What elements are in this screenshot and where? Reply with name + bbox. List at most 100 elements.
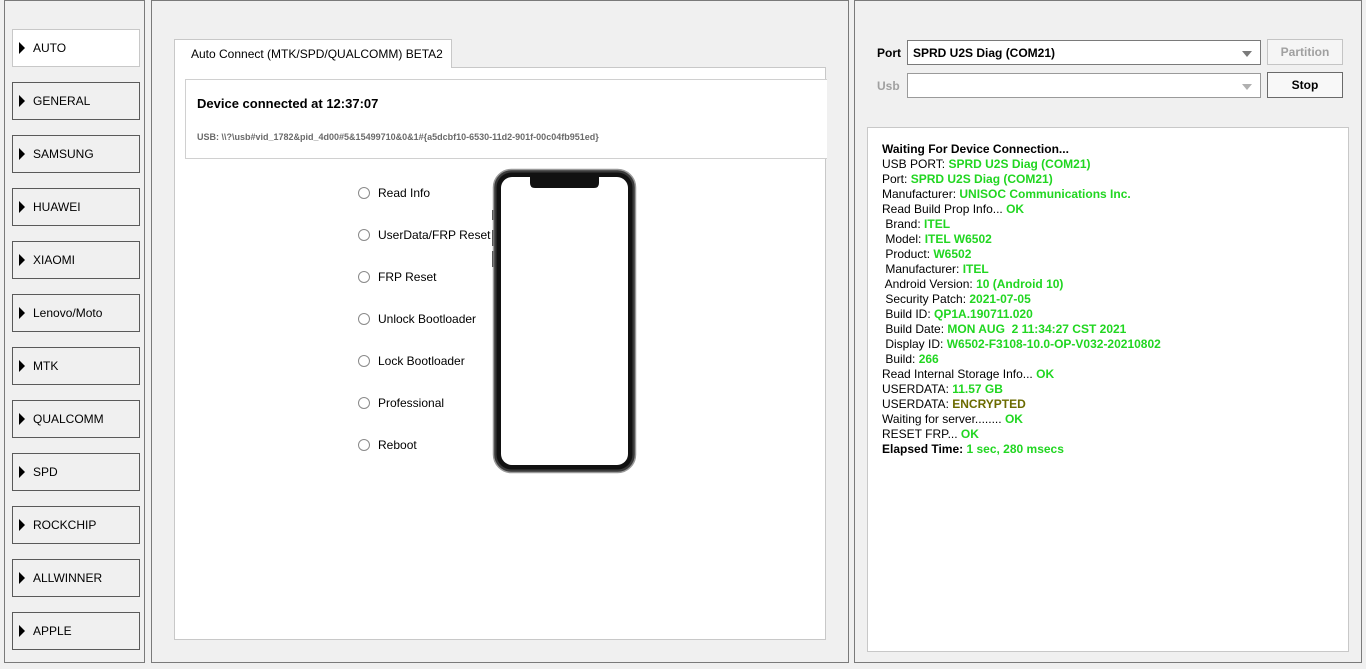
log-line: Display ID: W6502-F3108-10.0-OP-V032-202… xyxy=(882,337,1348,352)
log-key: Waiting for server........ xyxy=(882,412,1005,426)
log-value: SPRD U2S Diag (COM21) xyxy=(948,157,1091,171)
log-line: Model: ITEL W6502 xyxy=(882,232,1348,247)
log-key: Build ID: xyxy=(882,307,935,321)
sidebar-item-label: SPD xyxy=(33,465,58,479)
log-line: Waiting For Device Connection... xyxy=(882,142,1348,157)
tab-label: Auto Connect (MTK/SPD/QUALCOMM) BETA2 xyxy=(191,47,443,61)
option-userdata-frp-reset[interactable]: UserData/FRP Reset xyxy=(358,228,490,242)
log-line: Build ID: QP1A.190711.020 xyxy=(882,307,1348,322)
sidebar-item-samsung[interactable]: SAMSUNG xyxy=(12,135,140,173)
chevron-down-icon xyxy=(1242,51,1252,57)
right-panel: Port SPRD U2S Diag (COM21) Partition Usb… xyxy=(854,0,1362,663)
log-key: Read Internal Storage Info... xyxy=(882,367,1037,381)
sidebar-item-mtk[interactable]: MTK xyxy=(12,347,140,385)
log-line: Build Date: MON AUG 2 11:34:27 CST 2021 xyxy=(882,322,1348,337)
log-key: USB PORT: xyxy=(882,157,949,171)
option-label: Reboot xyxy=(378,438,417,452)
radio-button[interactable] xyxy=(358,355,370,367)
partition-button[interactable]: Partition xyxy=(1267,39,1343,65)
sidebar-item-label: XIAOMI xyxy=(33,253,76,267)
log-line: USB PORT: SPRD U2S Diag (COM21) xyxy=(882,157,1348,172)
triangle-right-icon xyxy=(19,466,25,478)
radio-button[interactable] xyxy=(358,271,370,283)
phone-side-button xyxy=(492,210,494,220)
sidebar-item-huawei[interactable]: HUAWEI xyxy=(12,188,140,226)
log-value: 10 (Android 10) xyxy=(976,277,1064,291)
log-key: Manufacturer: xyxy=(882,262,963,276)
option-professional[interactable]: Professional xyxy=(358,396,444,410)
log-key: Port: xyxy=(882,172,911,186)
phone-screen xyxy=(501,177,628,465)
sidebar-item-lenovo-moto[interactable]: Lenovo/Moto xyxy=(12,294,140,332)
triangle-right-icon xyxy=(19,572,25,584)
sidebar-item-general[interactable]: GENERAL xyxy=(12,82,140,120)
option-read-info[interactable]: Read Info xyxy=(358,186,430,200)
option-frp-reset[interactable]: FRP Reset xyxy=(358,270,436,284)
log-value: W6502 xyxy=(933,247,972,261)
tab-auto-connect[interactable]: Auto Connect (MTK/SPD/QUALCOMM) BETA2 xyxy=(174,39,452,68)
log-value: QP1A.190711.020 xyxy=(934,307,1033,321)
log-key: Read Build Prop Info... xyxy=(882,202,1007,216)
sidebar-item-apple[interactable]: APPLE xyxy=(12,612,140,650)
device-connected-title: Device connected at 12:37:07 xyxy=(197,96,379,111)
log-value: ENCRYPTED xyxy=(952,397,1026,411)
usb-device-path: USB: \\?\usb#vid_1782&pid_4d00#5&1549971… xyxy=(197,132,599,142)
option-label: Unlock Bootloader xyxy=(378,312,477,326)
log-value: UNISOC Communications Inc. xyxy=(959,187,1131,201)
sidebar-item-label: SAMSUNG xyxy=(33,147,94,161)
sidebar-item-label: QUALCOMM xyxy=(33,412,104,426)
sidebar-item-label: APPLE xyxy=(33,624,72,638)
phone-illustration xyxy=(492,168,637,474)
triangle-right-icon xyxy=(19,360,25,372)
log-line: Elapsed Time: 1 sec, 280 msecs xyxy=(882,442,1348,457)
radio-button[interactable] xyxy=(358,187,370,199)
log-value: 2021-07-05 xyxy=(969,292,1031,306)
option-reboot[interactable]: Reboot xyxy=(358,438,417,452)
log-value: ITEL W6502 xyxy=(924,232,992,246)
triangle-right-icon xyxy=(19,519,25,531)
sidebar-item-allwinner[interactable]: ALLWINNER xyxy=(12,559,140,597)
option-lock-bootloader[interactable]: Lock Bootloader xyxy=(358,354,465,368)
sidebar-item-spd[interactable]: SPD xyxy=(12,453,140,491)
log-key: Brand: xyxy=(882,217,925,231)
log-value: OK xyxy=(960,427,979,441)
port-select[interactable]: SPRD U2S Diag (COM21) xyxy=(907,40,1261,65)
radio-button[interactable] xyxy=(358,397,370,409)
triangle-right-icon xyxy=(19,307,25,319)
sidebar-item-auto[interactable]: AUTO xyxy=(12,29,140,67)
phone-volume-down xyxy=(492,251,494,267)
triangle-right-icon xyxy=(19,42,25,54)
log-value: 11.57 GB xyxy=(952,382,1003,396)
sidebar-item-qualcomm[interactable]: QUALCOMM xyxy=(12,400,140,438)
log-line: USERDATA: 11.57 GB xyxy=(882,382,1348,397)
log-line: Android Version: 10 (Android 10) xyxy=(882,277,1348,292)
triangle-right-icon xyxy=(19,148,25,160)
phone-notch xyxy=(530,177,599,188)
log-key: Model: xyxy=(882,232,925,246)
stop-button[interactable]: Stop xyxy=(1267,72,1343,98)
radio-button[interactable] xyxy=(358,313,370,325)
log-value: MON AUG 2 11:34:27 CST 2021 xyxy=(947,322,1127,336)
radio-button[interactable] xyxy=(358,439,370,451)
triangle-right-icon xyxy=(19,625,25,637)
option-unlock-bootloader[interactable]: Unlock Bootloader xyxy=(358,312,476,326)
log-key: USERDATA: xyxy=(882,382,953,396)
sidebar-item-rockchip[interactable]: ROCKCHIP xyxy=(12,506,140,544)
log-value: 1 sec, 280 msecs xyxy=(966,442,1064,456)
log-key: Waiting For Device Connection... xyxy=(882,142,1069,156)
option-label: Lock Bootloader xyxy=(378,354,465,368)
radio-button[interactable] xyxy=(358,229,370,241)
log-line: Manufacturer: UNISOC Communications Inc. xyxy=(882,187,1348,202)
log-value: 266 xyxy=(918,352,939,366)
triangle-right-icon xyxy=(19,95,25,107)
sidebar-panel: AUTO GENERAL SAMSUNG HUAWEI XIAOMI Lenovo/Mot… xyxy=(4,0,145,663)
triangle-right-icon xyxy=(19,254,25,266)
log-key: Build: xyxy=(882,352,919,366)
log-key: RESET FRP... xyxy=(882,427,961,441)
chevron-down-icon xyxy=(1242,84,1252,90)
triangle-right-icon xyxy=(19,413,25,425)
log-line: Read Internal Storage Info... OK xyxy=(882,367,1348,382)
log-value: W6502-F3108-10.0-OP-V032-20210802 xyxy=(946,337,1161,351)
sidebar-item-xiaomi[interactable]: XIAOMI xyxy=(12,241,140,279)
usb-select[interactable] xyxy=(907,73,1261,98)
